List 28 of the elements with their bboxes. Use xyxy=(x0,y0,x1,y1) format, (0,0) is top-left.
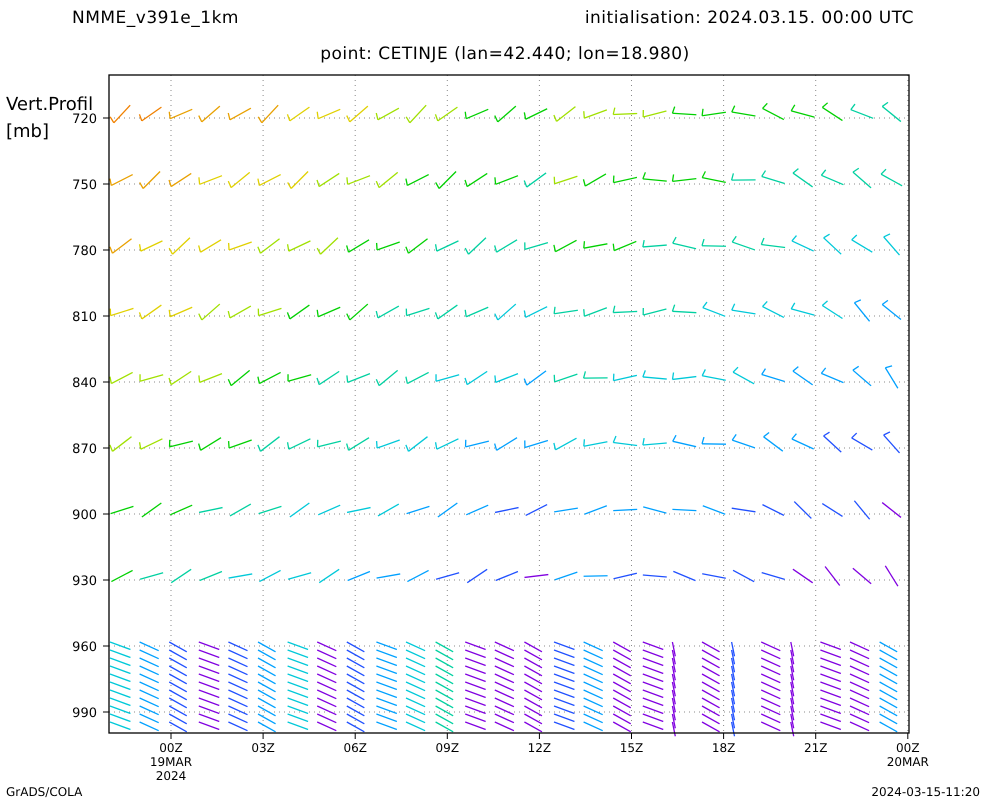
axis-tick-label: 720 xyxy=(72,112,97,127)
axis-tick-label: 00Z xyxy=(896,741,920,755)
date-label: 2024 xyxy=(156,769,186,783)
axis-tick-label: 21Z xyxy=(804,741,828,755)
axis-tick-label: 810 xyxy=(72,310,97,325)
axis-tick-label: 960 xyxy=(72,640,97,655)
software-credit: GrADS/COLA xyxy=(6,785,82,799)
axis-tick-label: 18Z xyxy=(712,741,736,755)
axis-tick-label: 990 xyxy=(72,706,97,721)
axis-tick-label: 03Z xyxy=(251,741,275,755)
date-label: 20MAR xyxy=(886,755,929,769)
initialisation-time: initialisation: 2024.03.15. 00:00 UTC xyxy=(584,8,914,28)
axis-tick-label: 900 xyxy=(72,508,97,523)
axis-tick-label: 930 xyxy=(72,574,97,589)
date-label: 19MAR xyxy=(150,755,192,769)
axis-tick-label: 870 xyxy=(72,442,97,457)
timestamp: 2024-03-15-11:20 xyxy=(871,785,980,799)
axis-tick-label: 840 xyxy=(72,376,97,391)
axis-tick-label: 15Z xyxy=(620,741,644,755)
model-title: NMME_v391e_1km xyxy=(72,8,239,28)
axis-tick-label: 09Z xyxy=(436,741,460,755)
axis-title: [mb] xyxy=(6,121,50,142)
axis-tick-label: 00Z xyxy=(159,741,183,755)
point-title: point: CETINJE (lan=42.440; lon=18.980) xyxy=(320,44,690,64)
axis-tick-label: 06Z xyxy=(343,741,367,755)
axis-tick-label: 750 xyxy=(72,178,97,193)
axis-tick-label: 12Z xyxy=(528,741,552,755)
axis-tick-label: 780 xyxy=(72,244,97,259)
